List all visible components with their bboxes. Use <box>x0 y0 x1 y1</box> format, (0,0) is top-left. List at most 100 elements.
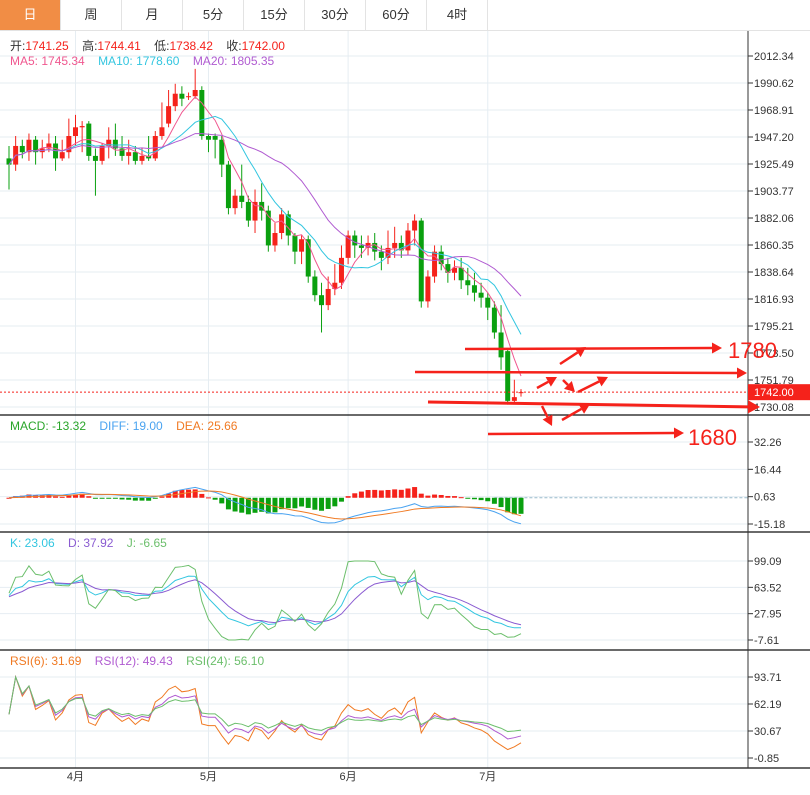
candle <box>66 118 72 159</box>
macd-bar <box>92 497 98 499</box>
arrow-shaft <box>414 370 738 375</box>
macd-value: MACD: -13.32 <box>10 419 87 433</box>
candle-body <box>478 292 484 298</box>
candle <box>106 127 112 159</box>
candle-body <box>219 139 225 165</box>
candle <box>219 136 225 178</box>
tab-6[interactable]: 60分 <box>366 0 427 30</box>
macd-bar <box>511 497 517 515</box>
macd-bar <box>392 489 398 498</box>
macd-bar <box>139 497 145 501</box>
candle <box>305 235 311 283</box>
macd-bar <box>352 493 358 498</box>
price-axis-label: 1860.35 <box>754 240 794 252</box>
macd-bar <box>345 496 351 498</box>
macd-bar <box>112 497 118 499</box>
ma5-legend: MA5: 1745.34 <box>10 54 85 68</box>
candle-body <box>92 155 98 161</box>
price-axis-label: 2012.34 <box>754 51 794 63</box>
tab-2[interactable]: 月 <box>122 0 183 30</box>
macd-bar <box>485 497 491 502</box>
high-value: 1744.41 <box>97 39 141 53</box>
candle <box>345 230 351 265</box>
tab-1[interactable]: 周 <box>61 0 122 30</box>
open-label: 开: <box>10 39 26 53</box>
close-value: 1742.00 <box>241 39 285 53</box>
macd-bar <box>245 497 251 515</box>
macd-bar <box>232 497 238 512</box>
candle <box>319 282 325 333</box>
candle-body <box>312 276 318 296</box>
macd-bar <box>498 497 504 508</box>
macd-legend: MACD: -13.32 DIFF: 19.00 DEA: 25.66 <box>10 419 247 433</box>
tab-0[interactable]: 日 <box>0 0 61 30</box>
rsi-axis-label: 93.71 <box>754 672 782 684</box>
macd-bar <box>398 489 404 498</box>
candle-body <box>491 307 497 333</box>
candle <box>405 223 411 256</box>
candle-body <box>425 276 431 302</box>
candle <box>232 189 238 215</box>
macd-bar <box>305 497 311 508</box>
candle <box>205 133 211 153</box>
candle-body <box>412 220 418 231</box>
stock-chart[interactable]: 2012.34 1990.62 1968.91 1947.20 1925.49 1903.… <box>0 31 810 795</box>
macd-bar <box>126 497 132 500</box>
macd-bar <box>132 497 138 501</box>
candle <box>438 245 444 271</box>
candle <box>92 148 98 196</box>
macd-axis-label: -15.18 <box>754 519 785 531</box>
macd-bar <box>325 497 331 509</box>
macd-bar <box>418 493 424 498</box>
candle <box>119 136 125 161</box>
candle-body <box>192 89 198 97</box>
candle <box>199 86 205 140</box>
macd-bar <box>299 497 305 507</box>
tab-4[interactable]: 15分 <box>244 0 305 30</box>
macd-bar <box>212 497 218 500</box>
candle <box>398 235 404 258</box>
candle <box>279 208 285 240</box>
arrow-shaft <box>487 431 675 436</box>
tab-5[interactable]: 30分 <box>305 0 366 30</box>
open-value: 1741.25 <box>25 39 69 53</box>
candle <box>126 139 132 165</box>
candle-body <box>325 288 331 306</box>
candle-body <box>358 245 364 248</box>
macd-bar <box>358 491 364 498</box>
macd-bar <box>518 497 524 514</box>
current-price-label: 1742.00 <box>754 387 794 399</box>
target-1680-label: 1680 <box>688 425 737 450</box>
ma-legend: MA5: 1745.34 MA10: 1778.60 MA20: 1805.35 <box>10 54 284 68</box>
tab-3[interactable]: 5分 <box>183 0 244 30</box>
candle-body <box>245 201 251 221</box>
kdj-axis-label: 63.52 <box>754 582 782 594</box>
candle <box>186 92 192 100</box>
candle-body <box>319 295 325 306</box>
candle <box>179 86 185 107</box>
arrow-shaft <box>577 380 600 394</box>
arrow-shaft <box>464 346 713 351</box>
rsi-axis-label: 30.67 <box>754 726 782 738</box>
rsi12-value: RSI(12): 49.43 <box>94 654 173 668</box>
macd-bar <box>378 490 384 498</box>
candle-body <box>252 201 258 221</box>
candle-body <box>126 152 132 156</box>
candle <box>272 223 278 252</box>
candle <box>518 389 524 397</box>
candle-body <box>72 127 78 137</box>
candle-body <box>225 164 231 209</box>
candle-body <box>172 93 178 107</box>
macd-bar <box>219 497 225 504</box>
diff-line <box>8 486 522 525</box>
rsi24-value: RSI(24): 56.10 <box>186 654 265 668</box>
candle-body <box>239 195 245 202</box>
candle <box>26 133 32 161</box>
kdj-axis-label: 27.95 <box>754 609 782 621</box>
kdj-legend: K: 23.06 D: 37.92 J: -6.65 <box>10 536 177 550</box>
tab-7[interactable]: 4时 <box>427 0 488 30</box>
macd-bar <box>445 495 451 498</box>
rsi6-value: RSI(6): 31.69 <box>10 654 82 668</box>
macd-bar <box>372 489 378 498</box>
d-value: D: 37.92 <box>68 536 114 550</box>
